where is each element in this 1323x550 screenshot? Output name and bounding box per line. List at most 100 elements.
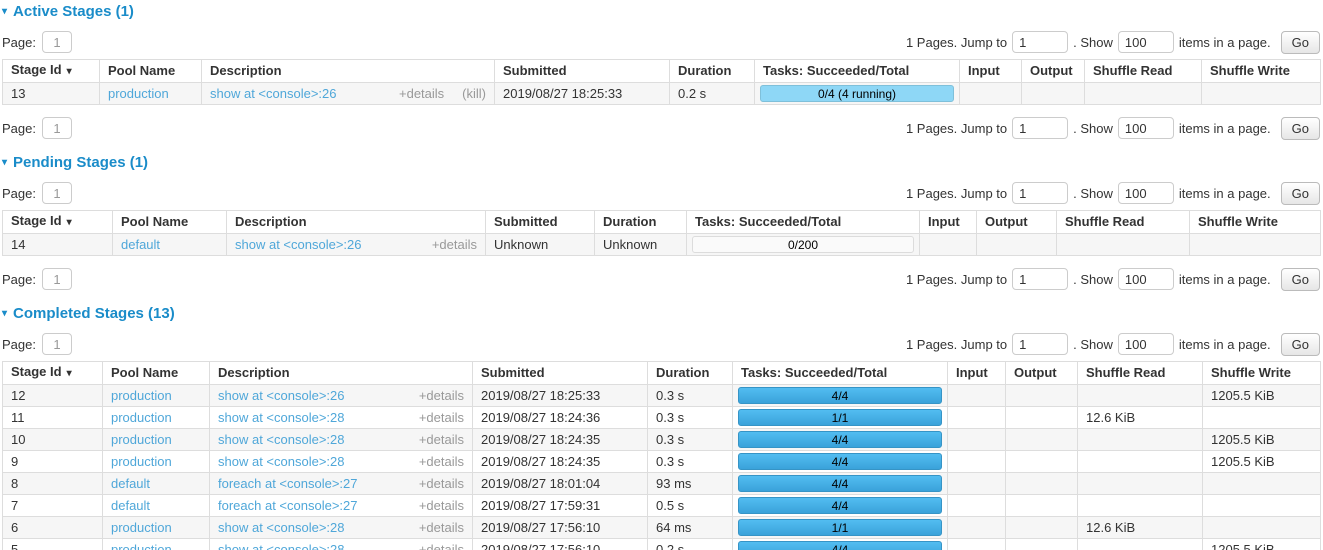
column-header-input[interactable]: Input: [920, 211, 977, 234]
description-link[interactable]: foreach at <console>:27: [218, 498, 358, 514]
column-header-input[interactable]: Input: [948, 362, 1006, 385]
details-toggle-link[interactable]: +details: [419, 542, 464, 550]
page-number-input[interactable]: [42, 182, 72, 204]
column-header-description[interactable]: Description: [210, 362, 473, 385]
pool-name-link[interactable]: production: [111, 454, 172, 469]
column-header-duration[interactable]: Duration: [648, 362, 733, 385]
details-toggle-link[interactable]: +details: [419, 498, 464, 514]
show-count-input[interactable]: [1118, 31, 1174, 53]
pool-name-link[interactable]: production: [111, 432, 172, 447]
jump-to-input[interactable]: [1012, 268, 1068, 290]
cell-output: [1006, 385, 1078, 407]
go-button[interactable]: Go: [1281, 117, 1320, 140]
show-count-input[interactable]: [1118, 117, 1174, 139]
go-button[interactable]: Go: [1281, 333, 1320, 356]
details-toggle-link[interactable]: +details: [419, 520, 464, 536]
description-link[interactable]: foreach at <console>:27: [218, 476, 358, 492]
column-header-duration[interactable]: Duration: [670, 60, 755, 83]
stage-row-8: 8defaultforeach at <console>:27+details2…: [3, 473, 1321, 495]
column-header-shuffle-write[interactable]: Shuffle Write: [1203, 362, 1321, 385]
description-link[interactable]: show at <console>:28: [218, 432, 344, 448]
show-text: . Show: [1073, 186, 1113, 201]
cell-shuffle-write: [1203, 473, 1321, 495]
section-title-active[interactable]: ▾ Active Stages (1): [2, 4, 1320, 19]
go-button[interactable]: Go: [1281, 268, 1320, 291]
collapse-triangle-icon: ▾: [2, 306, 7, 321]
column-header-stage-id[interactable]: Stage Id▾: [3, 362, 103, 385]
pool-name-link[interactable]: production: [111, 542, 172, 550]
pool-name-link[interactable]: default: [121, 237, 160, 252]
jump-to-input[interactable]: [1012, 333, 1068, 355]
items-text: items in a page.: [1179, 121, 1271, 136]
kill-link[interactable]: (kill): [462, 86, 486, 102]
column-header-description[interactable]: Description: [202, 60, 495, 83]
pool-name-link[interactable]: production: [108, 86, 169, 101]
cell-duration: 64 ms: [648, 517, 733, 539]
column-header-tasks-succeeded-total[interactable]: Tasks: Succeeded/Total: [755, 60, 960, 83]
column-header-shuffle-read[interactable]: Shuffle Read: [1085, 60, 1202, 83]
table-header-row: Stage Id▾Pool NameDescriptionSubmittedDu…: [3, 60, 1321, 83]
column-header-shuffle-write[interactable]: Shuffle Write: [1190, 211, 1321, 234]
cell-shuffle-write: [1203, 495, 1321, 517]
go-button[interactable]: Go: [1281, 182, 1320, 205]
column-header-output[interactable]: Output: [977, 211, 1057, 234]
details-toggle-link[interactable]: +details: [399, 86, 444, 102]
details-toggle-link[interactable]: +details: [432, 237, 477, 253]
pool-name-link[interactable]: default: [111, 498, 150, 513]
column-header-shuffle-read[interactable]: Shuffle Read: [1078, 362, 1203, 385]
column-header-submitted[interactable]: Submitted: [486, 211, 595, 234]
column-header-output[interactable]: Output: [1022, 60, 1085, 83]
details-toggle-link[interactable]: +details: [419, 432, 464, 448]
column-header-submitted[interactable]: Submitted: [495, 60, 670, 83]
description-content: foreach at <console>:27 +details: [218, 476, 464, 492]
page-number-input[interactable]: [42, 268, 72, 290]
show-count-input[interactable]: [1118, 333, 1174, 355]
column-header-submitted[interactable]: Submitted: [473, 362, 648, 385]
jump-to-input[interactable]: [1012, 117, 1068, 139]
description-link[interactable]: show at <console>:26: [218, 388, 344, 404]
page-number-input[interactable]: [42, 31, 72, 53]
column-header-tasks-succeeded-total[interactable]: Tasks: Succeeded/Total: [687, 211, 920, 234]
column-header-description[interactable]: Description: [227, 211, 486, 234]
column-header-output[interactable]: Output: [1006, 362, 1078, 385]
page-number-input[interactable]: [42, 333, 72, 355]
details-toggle-link[interactable]: +details: [419, 388, 464, 404]
go-button[interactable]: Go: [1281, 31, 1320, 54]
pool-name-link[interactable]: production: [111, 520, 172, 535]
column-header-label: Description: [218, 365, 290, 380]
stage-row-11: 11productionshow at <console>:28+details…: [3, 407, 1321, 429]
column-header-tasks-succeeded-total[interactable]: Tasks: Succeeded/Total: [733, 362, 948, 385]
description-link[interactable]: show at <console>:28: [218, 520, 344, 536]
column-header-shuffle-read[interactable]: Shuffle Read: [1057, 211, 1190, 234]
details-toggle-link[interactable]: +details: [419, 476, 464, 492]
page-number-input[interactable]: [42, 117, 72, 139]
jump-to-input[interactable]: [1012, 182, 1068, 204]
column-header-pool-name[interactable]: Pool Name: [103, 362, 210, 385]
section-title-pending[interactable]: ▾ Pending Stages (1): [2, 155, 1320, 170]
pool-name-link[interactable]: default: [111, 476, 150, 491]
jump-to-input[interactable]: [1012, 31, 1068, 53]
show-count-input[interactable]: [1118, 182, 1174, 204]
description-link[interactable]: show at <console>:28: [218, 454, 344, 470]
column-header-shuffle-write[interactable]: Shuffle Write: [1202, 60, 1321, 83]
details-toggle-link[interactable]: +details: [419, 454, 464, 470]
tasks-progress-bar: 4/4: [738, 475, 942, 492]
pool-name-link[interactable]: production: [111, 388, 172, 403]
description-link[interactable]: show at <console>:26: [210, 86, 336, 102]
column-header-stage-id[interactable]: Stage Id▾: [3, 60, 100, 83]
description-content: foreach at <console>:27 +details: [218, 498, 464, 514]
column-header-input[interactable]: Input: [960, 60, 1022, 83]
description-link[interactable]: show at <console>:26: [235, 237, 361, 253]
column-header-duration[interactable]: Duration: [595, 211, 687, 234]
pool-name-link[interactable]: production: [111, 410, 172, 425]
column-header-label: Stage Id: [11, 62, 62, 77]
details-toggle-link[interactable]: +details: [419, 410, 464, 426]
description-link[interactable]: show at <console>:28: [218, 410, 344, 426]
section-title-completed[interactable]: ▾ Completed Stages (13): [2, 306, 1320, 321]
description-link[interactable]: show at <console>:28: [218, 542, 344, 550]
column-header-pool-name[interactable]: Pool Name: [113, 211, 227, 234]
cell-input: [948, 495, 1006, 517]
column-header-stage-id[interactable]: Stage Id▾: [3, 211, 113, 234]
column-header-pool-name[interactable]: Pool Name: [100, 60, 202, 83]
show-count-input[interactable]: [1118, 268, 1174, 290]
